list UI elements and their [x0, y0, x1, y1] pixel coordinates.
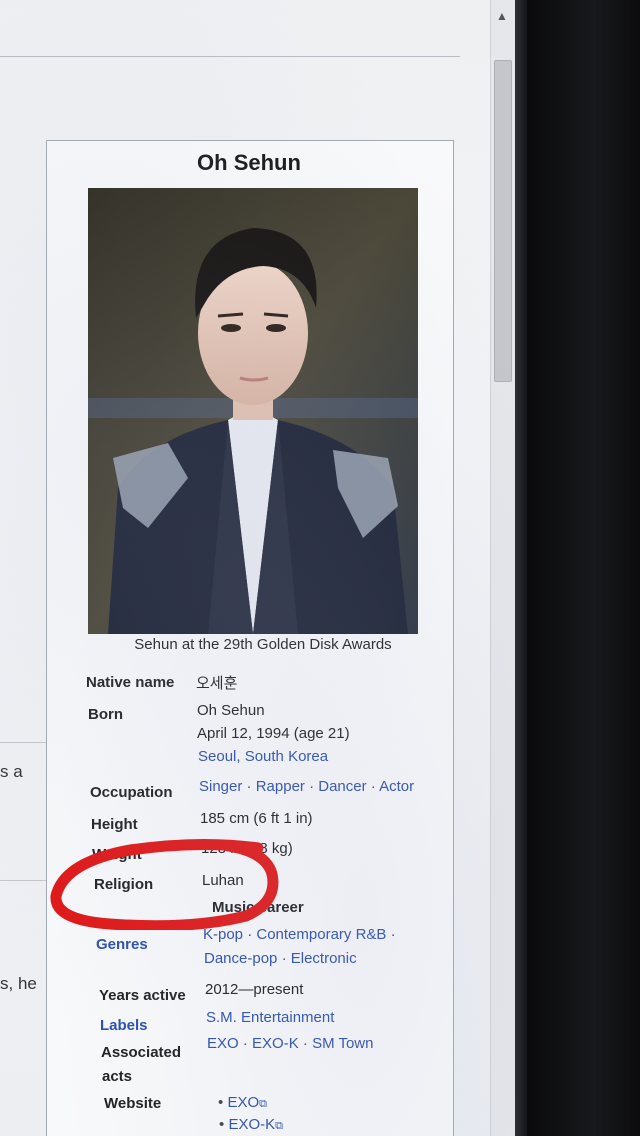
genres-label-link[interactable]: Genres	[96, 936, 148, 953]
born-name: Oh Sehun	[197, 702, 265, 719]
labels-label-link[interactable]: Labels	[100, 1017, 148, 1034]
website-link-exo-k[interactable]: EXO-K	[228, 1116, 275, 1133]
born-label: Born	[88, 706, 123, 723]
occupation-list: Singer · Rapper · Dancer · Actor	[199, 778, 415, 795]
native-name-label: Native name	[86, 674, 175, 691]
red-annotation-circle	[50, 838, 279, 930]
monitor-bezel	[515, 0, 527, 1136]
scroll-up-arrow-icon[interactable]: ▲	[494, 8, 510, 24]
label-link-sm-entertainment[interactable]: S.M. Entertainment	[206, 1009, 334, 1026]
act-link-sm-town[interactable]: SM Town	[312, 1035, 373, 1052]
article-text-fragment: s, he	[0, 974, 37, 993]
website-item-2: • EXO-K⧉	[219, 1116, 283, 1133]
height-value: 185 cm (6 ft 1 in)	[200, 810, 313, 827]
photo-caption: Sehun at the 29th Golden Disk Awards	[134, 636, 392, 653]
occupation-label: Occupation	[90, 784, 173, 801]
genres-line-2: Dance-pop · Electronic	[204, 950, 357, 967]
genre-link-dance-pop[interactable]: Dance-pop	[204, 950, 277, 967]
born-date: April 12, 1994 (age 21)	[197, 725, 350, 742]
occupation-link-actor[interactable]: Actor	[379, 778, 414, 795]
website-item-1: • EXO⧉	[218, 1094, 267, 1111]
occupation-link-dancer[interactable]: Dancer	[318, 778, 366, 795]
native-name-value: 오세훈	[196, 675, 238, 692]
scrollbar-thumb[interactable]	[494, 60, 512, 382]
section-divider	[0, 56, 460, 57]
associated-acts-label: Associated	[101, 1044, 182, 1061]
external-link-icon: ⧉	[275, 1120, 283, 1132]
website-label: Website	[104, 1095, 162, 1112]
act-link-exo[interactable]: EXO	[207, 1035, 239, 1052]
browser-viewport: ▲ s a s, he Oh Sehun Sehun at the 29th G…	[0, 0, 515, 1136]
article-text-fragment: s a	[0, 762, 23, 781]
external-link-icon: ⧉	[259, 1098, 267, 1110]
associated-acts-list: EXO · EXO-K · SM Town	[207, 1035, 374, 1052]
occupation-link-rapper[interactable]: Rapper	[256, 778, 305, 795]
years-active-value: 2012—present	[205, 981, 304, 998]
website-link-exo[interactable]: EXO	[227, 1094, 259, 1111]
infobox-title: Oh Sehun	[197, 150, 301, 175]
associated-acts-label-cont: acts	[102, 1068, 133, 1085]
portrait-image	[88, 188, 418, 634]
birthplace-link[interactable]: Seoul, South Korea	[198, 748, 328, 765]
portrait-photo[interactable]	[88, 188, 418, 634]
height-label: Height	[91, 816, 138, 833]
years-active-label: Years active	[99, 987, 186, 1004]
genre-link-electronic[interactable]: Electronic	[291, 950, 357, 967]
monitor-frame	[527, 0, 640, 1136]
act-link-exo-k[interactable]: EXO-K	[252, 1035, 299, 1052]
occupation-link-singer[interactable]: Singer	[199, 778, 242, 795]
